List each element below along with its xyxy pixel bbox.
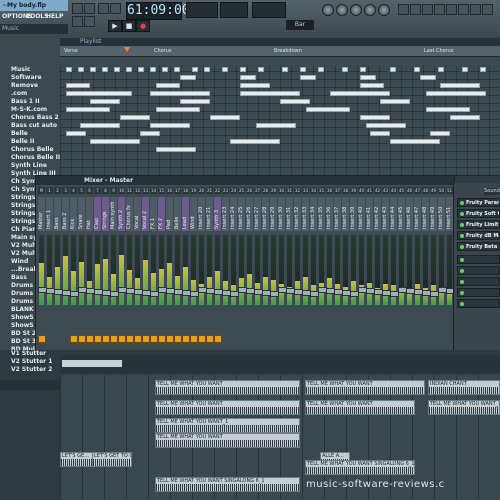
waveform: [306, 467, 414, 474]
audio-clip[interactable]: TELL ME WHAT YOU WANT SINGALONG 6_1: [305, 460, 415, 475]
audio-clip[interactable]: TELL ME WHAT YOU WANT_1: [428, 400, 500, 415]
audio-clip[interactable]: TELL ME WHAT YOU WANT: [155, 380, 300, 395]
watermark-text: music-software-reviews.c: [306, 479, 445, 490]
audio-clip[interactable]: TELL ME WHAT YOU WANT: [155, 433, 300, 448]
waveform: [306, 407, 414, 414]
audio-clips: TELL ME WHAT YOU WANT TELL ME WHAT YOU WA…: [0, 0, 500, 500]
waveform: [156, 407, 299, 414]
audio-clip[interactable]: TELL ME WHAT YOU WANT SINGALONG 6_1: [155, 477, 300, 492]
waveform: [429, 387, 499, 394]
waveform: [156, 440, 299, 447]
audio-clip[interactable]: TELL ME WHAT YOU WANT_1: [155, 418, 300, 433]
waveform: [429, 407, 499, 414]
waveform: [93, 459, 131, 466]
audio-clip[interactable]: TELL ME WHAT YOU WANT: [305, 400, 415, 415]
audio-clip[interactable]: TELL ME WHAT YOU WANT: [155, 400, 300, 415]
waveform: [156, 484, 299, 491]
waveform: [156, 425, 299, 432]
audio-clip[interactable]: INDIAN CHANT: [428, 380, 500, 395]
waveform: [306, 387, 424, 394]
waveform: [156, 387, 299, 394]
audio-clip[interactable]: TELL ME WHAT YOU WANT: [305, 380, 425, 395]
audio-clip[interactable]: LET'S GET TO IT: [92, 452, 132, 467]
